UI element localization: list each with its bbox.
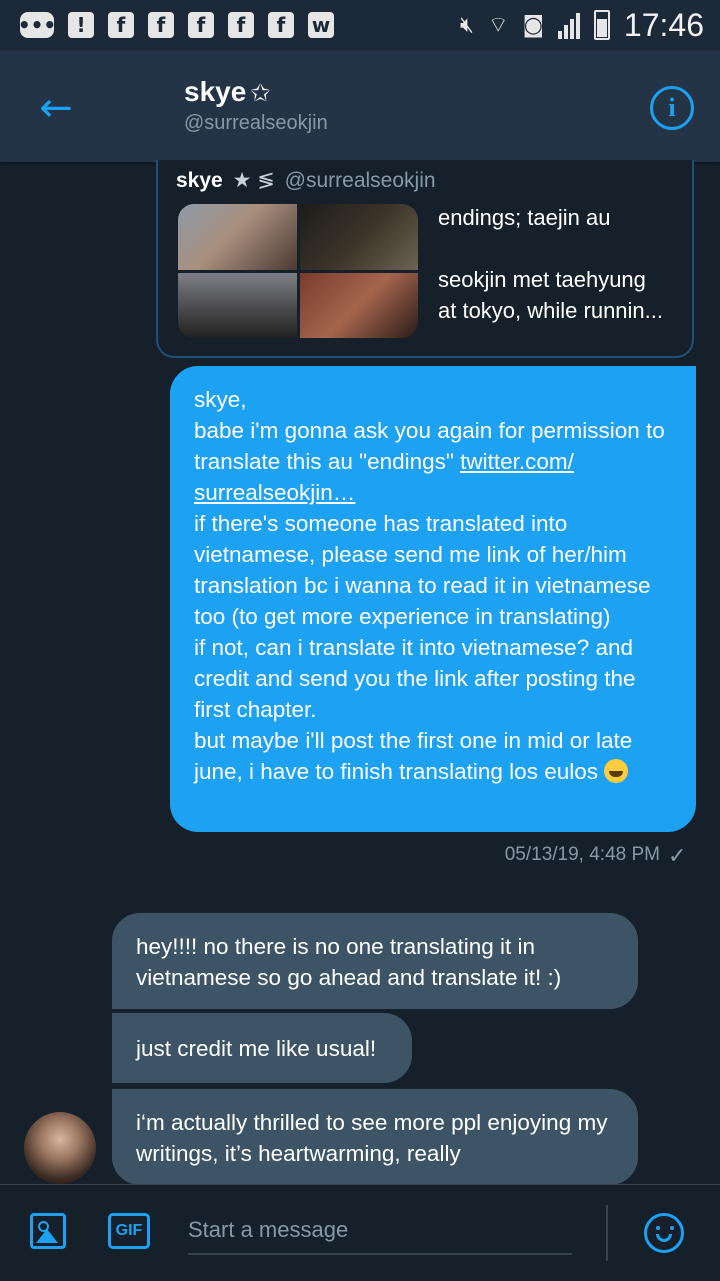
- received-message-bubble[interactable]: hey!!!! no there is no one translating i…: [112, 913, 638, 1009]
- messages-icon: •••: [17, 12, 57, 38]
- media-thumbnail: [299, 272, 418, 338]
- message-composer: GIF: [0, 1184, 720, 1281]
- media-thumbnail: [178, 272, 297, 338]
- avatar[interactable]: [24, 1112, 96, 1184]
- system-icons: 🔇︎ ⌔ ◙ 17:46: [460, 0, 704, 50]
- quoted-excerpt: seokjin met taehyung: [438, 267, 646, 292]
- quoted-tweet-text: endings; taejin au seokjin met taehyung …: [438, 202, 678, 326]
- image-icon[interactable]: [30, 1213, 66, 1249]
- facebook-icon: f: [228, 12, 254, 38]
- message-timestamp: 05/13/19, 4:48 PM: [504, 844, 660, 865]
- message-line: if there's someone has translated into v…: [194, 511, 651, 629]
- read-check-icon: ✓: [668, 844, 687, 869]
- facebook-icon: f: [188, 12, 214, 38]
- gif-button[interactable]: GIF: [108, 1213, 150, 1249]
- signal-icon: [557, 11, 580, 39]
- message-line: skye,: [194, 387, 247, 412]
- quoted-tweet-card[interactable]: skye ★ ≶ @surrealseokjin endings; taejin…: [156, 160, 694, 358]
- laughing-emoji-icon: [604, 759, 629, 783]
- wifi-icon: ⌔: [487, 13, 509, 38]
- sent-message-bubble[interactable]: skye, babe i'm gonna ask you again for p…: [170, 366, 696, 832]
- quoted-tweet-author: skye ★ ≶ @surrealseokjin: [176, 168, 436, 193]
- message-text: but maybe i'll post the first one in mid…: [194, 728, 633, 784]
- quoted-author-handle: @surrealseokjin: [284, 169, 436, 192]
- contact-display-name: skye: [184, 76, 247, 107]
- back-arrow-icon[interactable]: ←: [34, 86, 78, 130]
- status-bar: ••• ! f f f f f w 🔇︎ ⌔ ◙ 17:46: [0, 0, 720, 50]
- clock: 17:46: [623, 6, 704, 43]
- facebook-icon: f: [268, 12, 294, 38]
- mute-icon: 🔇︎: [460, 12, 474, 38]
- facebook-icon: f: [108, 12, 134, 38]
- message-text: i‘m actually thrilled to see more ppl en…: [136, 1110, 608, 1166]
- quoted-tweet-media[interactable]: [178, 204, 418, 338]
- conversation-header: ← skye ✩ @surrealseokjin i: [0, 50, 720, 162]
- battery-icon: [593, 10, 610, 40]
- message-text: hey!!!! no there is no one translating i…: [136, 934, 562, 990]
- media-thumbnail: [299, 204, 418, 270]
- message-line: babe i'm gonna ask you again for permiss…: [194, 415, 672, 508]
- alert-icon: !: [68, 12, 94, 38]
- received-message-bubble[interactable]: just credit me like usual!: [112, 1013, 412, 1083]
- message-line: but maybe i'll post the first one in mid…: [194, 725, 672, 787]
- message-line: if not, can i translate it into vietname…: [194, 635, 636, 722]
- divider: [606, 1205, 608, 1261]
- received-message-bubble[interactable]: i‘m actually thrilled to see more ppl en…: [112, 1089, 638, 1185]
- emoji-icon[interactable]: [644, 1213, 684, 1253]
- quoted-author-name: skye: [176, 169, 223, 192]
- data-saver-icon: ◙: [522, 12, 544, 38]
- author-emoji: ★ ≶: [232, 169, 275, 192]
- contact-name[interactable]: skye ✩: [184, 76, 270, 108]
- star-icon: ✩: [250, 79, 271, 107]
- message-text: just credit me like usual!: [136, 1036, 377, 1061]
- wattpad-icon: w: [308, 12, 334, 38]
- message-text: babe i'm gonna ask you again for permiss…: [194, 418, 665, 474]
- facebook-icon: f: [148, 12, 174, 38]
- message-input[interactable]: [188, 1207, 572, 1255]
- info-icon[interactable]: i: [650, 86, 694, 130]
- media-thumbnail: [178, 204, 297, 270]
- notification-icons: ••• ! f f f f f w: [0, 12, 334, 38]
- quoted-title: endings; taejin au: [438, 205, 611, 230]
- contact-handle[interactable]: @surrealseokjin: [184, 112, 328, 135]
- quoted-excerpt: at tokyo, while runnin...: [438, 298, 664, 323]
